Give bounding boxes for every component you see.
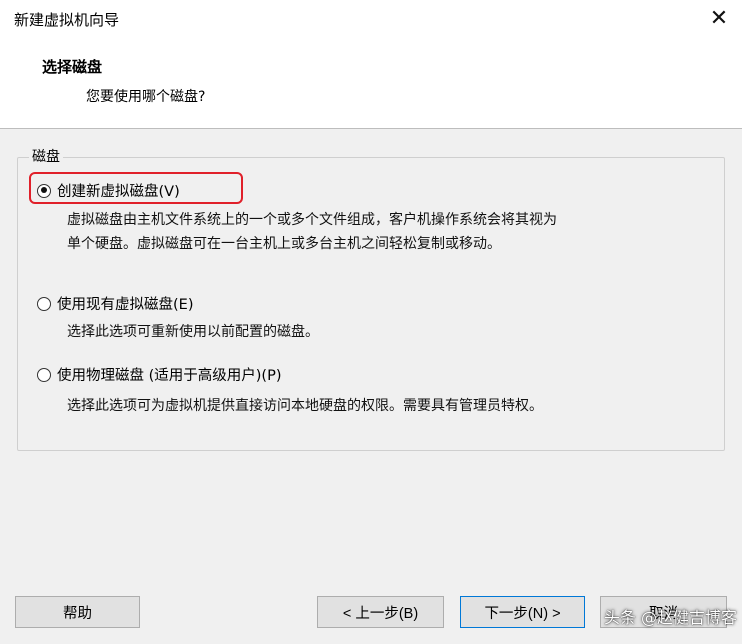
option-label[interactable]: 使用现有虚拟磁盘(E) bbox=[57, 293, 193, 314]
back-button[interactable]: < 上一步(B) bbox=[317, 596, 444, 628]
option-label[interactable]: 创建新虚拟磁盘(V) bbox=[57, 180, 180, 201]
radio-create-new-disk[interactable]: 创建新虚拟磁盘(V) bbox=[37, 180, 180, 201]
disk-group-legend: 磁盘 bbox=[29, 146, 63, 166]
next-button[interactable]: 下一步(N) > bbox=[460, 596, 585, 628]
page-title: 选择磁盘 bbox=[42, 58, 103, 76]
option-description: 选择此选项可重新使用以前配置的磁盘。 bbox=[67, 320, 319, 344]
option-description: 虚拟磁盘由主机文件系统上的一个或多个文件组成，客户机操作系统会将其视为 单个硬盘… bbox=[67, 208, 557, 256]
window-title: 新建虚拟机向导 bbox=[14, 11, 120, 29]
radio-use-physical-disk[interactable]: 使用物理磁盘 (适用于高级用户)(P) bbox=[37, 364, 281, 385]
title-bar: 新建虚拟机向导 ✕ bbox=[0, 0, 742, 36]
radio-use-existing-disk[interactable]: 使用现有虚拟磁盘(E) bbox=[37, 293, 193, 314]
radio-unselected-icon[interactable] bbox=[37, 367, 51, 382]
description-line: 选择此选项可为虚拟机提供直接访问本地硬盘的权限。需要具有管理员特权。 bbox=[67, 398, 543, 414]
description-line: 虚拟磁盘由主机文件系统上的一个或多个文件组成，客户机操作系统会将其视为 bbox=[67, 212, 557, 228]
wizard-header: 选择磁盘 您要使用哪个磁盘? bbox=[0, 36, 742, 129]
option-description: 选择此选项可为虚拟机提供直接访问本地硬盘的权限。需要具有管理员特权。 bbox=[67, 394, 543, 418]
close-icon[interactable]: ✕ bbox=[702, 2, 736, 34]
watermark-text: 头条 @赵健吉博客 bbox=[603, 608, 737, 627]
radio-unselected-icon[interactable] bbox=[37, 296, 51, 311]
page-subtitle: 您要使用哪个磁盘? bbox=[86, 89, 206, 105]
description-line: 选择此选项可重新使用以前配置的磁盘。 bbox=[67, 324, 319, 340]
option-label[interactable]: 使用物理磁盘 (适用于高级用户)(P) bbox=[57, 364, 281, 385]
help-button[interactable]: 帮助 bbox=[15, 596, 140, 628]
radio-selected-icon[interactable] bbox=[37, 183, 51, 198]
description-line: 单个硬盘。虚拟磁盘可在一台主机上或多台主机之间轻松复制或移动。 bbox=[67, 236, 501, 252]
